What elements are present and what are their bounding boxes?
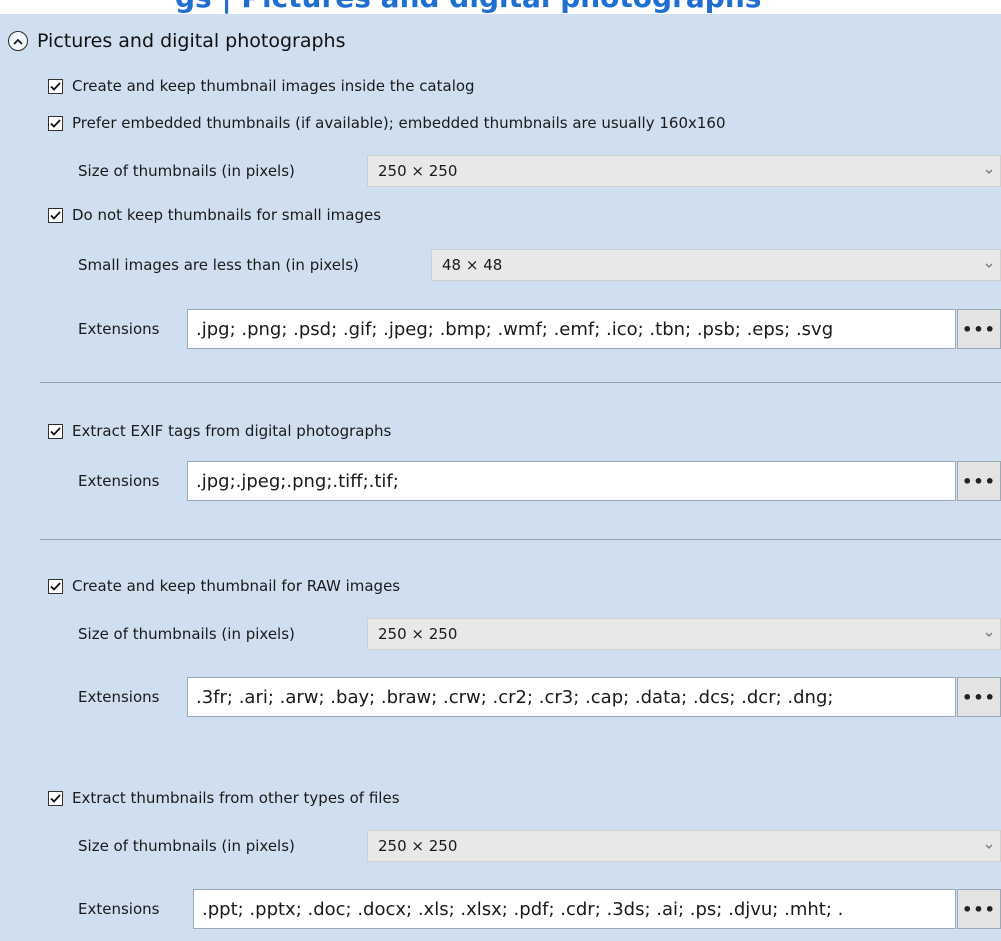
raw-thumbnail-checkbox[interactable]: Create and keep thumbnail for RAW images [48,577,400,595]
heading-text-partial: gs | Pictures and digital photographs [175,0,761,14]
skip-small-images-checkbox[interactable]: Do not keep thumbnails for small images [48,206,381,224]
checkmark-icon[interactable] [48,115,63,131]
raw-extensions-input[interactable]: .3fr; .ari; .arw; .bay; .braw; .crw; .cr… [187,677,956,717]
checkmark-icon[interactable] [48,423,63,439]
skip-small-images-label: Do not keep thumbnails for small images [72,206,382,224]
raw-thumbnail-label: Create and keep thumbnail for RAW images [72,577,401,595]
small-images-size-label: Small images are less than (in pixels) [78,256,359,274]
raw-size-value: 250 × 250 [378,625,458,643]
create-thumbnails-label: Create and keep thumbnail images inside … [72,77,475,95]
previous-section-heading: gs | Pictures and digital photographs [0,0,1001,14]
chevron-down-icon [985,844,993,849]
thumbnail-size-select[interactable]: 250 × 250 [367,155,1001,187]
section-title: Pictures and digital photographs [37,30,346,52]
small-images-size-value: 48 × 48 [442,256,503,274]
other-extensions-browse-button[interactable]: ••• [957,889,1001,929]
prefer-embedded-label: Prefer embedded thumbnails (if available… [72,114,726,132]
raw-extensions-browse-button[interactable]: ••• [957,677,1001,717]
raw-size-label: Size of thumbnails (in pixels) [78,625,295,643]
thumbnail-extensions-browse-button[interactable]: ••• [957,309,1001,349]
other-files-label: Extract thumbnails from other types of f… [72,789,400,807]
other-files-checkbox[interactable]: Extract thumbnails from other types of f… [48,789,400,807]
checkmark-icon[interactable] [48,790,63,806]
section-divider [40,539,1001,540]
extract-exif-checkbox[interactable]: Extract EXIF tags from digital photograp… [48,422,391,440]
other-extensions-input[interactable]: .ppt; .pptx; .doc; .docx; .xls; .xlsx; .… [193,889,956,929]
checkmark-icon[interactable] [48,578,63,594]
exif-extensions-browse-button[interactable]: ••• [957,461,1001,501]
section-divider [40,382,1001,383]
exif-extensions-label: Extensions [78,472,160,490]
checkmark-icon[interactable] [48,78,63,94]
raw-extensions-label: Extensions [78,688,160,706]
chevron-up-icon[interactable] [8,31,28,51]
thumbnail-extensions-input[interactable]: .jpg; .png; .psd; .gif; .jpeg; .bmp; .wm… [187,309,956,349]
thumbnail-extensions-label: Extensions [78,320,160,338]
other-size-value: 250 × 250 [378,837,458,855]
chevron-down-icon [985,632,993,637]
checkmark-icon[interactable] [48,207,63,223]
other-size-select[interactable]: 250 × 250 [367,830,1001,862]
other-extensions-label: Extensions [78,900,160,918]
chevron-down-icon [985,169,993,174]
extract-exif-label: Extract EXIF tags from digital photograp… [72,422,392,440]
raw-size-select[interactable]: 250 × 250 [367,618,1001,650]
small-images-size-select[interactable]: 48 × 48 [431,249,1001,281]
section-header[interactable]: Pictures and digital photographs [8,27,345,55]
exif-extensions-input[interactable]: .jpg;.jpeg;.png;.tiff;.tif; [187,461,956,501]
thumbnail-size-value: 250 × 250 [378,162,458,180]
prefer-embedded-checkbox[interactable]: Prefer embedded thumbnails (if available… [48,114,726,132]
other-size-label: Size of thumbnails (in pixels) [78,837,295,855]
thumbnail-size-label: Size of thumbnails (in pixels) [78,162,295,180]
create-thumbnails-checkbox[interactable]: Create and keep thumbnail images inside … [48,77,475,95]
chevron-down-icon [985,263,993,268]
